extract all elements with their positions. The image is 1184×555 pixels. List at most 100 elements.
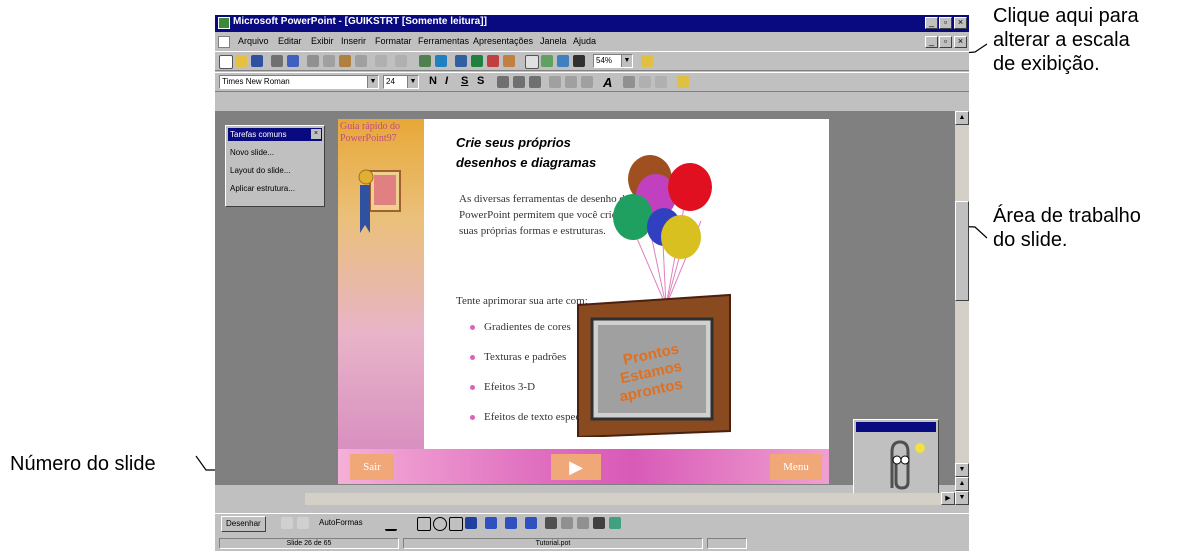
zoom-dropdown-arrow[interactable]: ▼ xyxy=(621,55,632,67)
oval-icon[interactable] xyxy=(433,517,447,531)
doc-close-button[interactable]: × xyxy=(954,36,967,48)
bullet-gradients: Gradientes de cores xyxy=(470,321,571,333)
slide-workspace[interactable]: Tarefas comuns × Novo slide... Layout do… xyxy=(215,111,955,501)
paperclip-assistant-icon[interactable] xyxy=(880,438,930,494)
rectangle-icon[interactable] xyxy=(417,517,431,531)
arrow-icon[interactable] xyxy=(401,517,413,529)
font-size-dropdown-arrow[interactable]: ▼ xyxy=(407,76,418,88)
scroll-thumb[interactable] xyxy=(955,201,969,301)
spelling-icon[interactable] xyxy=(287,55,299,67)
play-button[interactable]: ▶ xyxy=(551,454,601,480)
insert-excel-icon[interactable] xyxy=(471,55,483,67)
menu-janela[interactable]: Janela xyxy=(540,36,567,46)
bullets-icon[interactable] xyxy=(565,76,577,88)
menu-ajuda[interactable]: Ajuda xyxy=(573,36,596,46)
font-size-combo[interactable]: 24 ▼ xyxy=(383,75,419,89)
office-assistant-window[interactable] xyxy=(853,419,939,501)
line-color-icon[interactable] xyxy=(505,517,517,529)
paste-icon[interactable] xyxy=(339,55,351,67)
3d-icon[interactable] xyxy=(609,517,621,529)
document-icon[interactable] xyxy=(218,36,230,48)
line-style-icon[interactable] xyxy=(545,517,557,529)
font-color-icon[interactable] xyxy=(525,517,537,529)
line-icon[interactable] xyxy=(385,517,397,531)
italic-button[interactable]: I xyxy=(445,75,448,87)
animation-effects-icon[interactable] xyxy=(655,76,667,88)
close-button[interactable]: × xyxy=(954,17,967,29)
arrow-style-icon[interactable] xyxy=(577,517,589,529)
menu-arquivo[interactable]: Arquivo xyxy=(238,36,269,46)
undo-icon[interactable] xyxy=(375,55,387,67)
slide-layout-task[interactable]: Layout do slide... xyxy=(230,166,290,175)
menu-formatar[interactable]: Formatar xyxy=(375,36,412,46)
insert-clipart-icon[interactable] xyxy=(503,55,515,67)
animation-settings-icon[interactable] xyxy=(677,76,689,88)
minimize-button[interactable]: _ xyxy=(925,17,938,29)
previous-slide-button[interactable]: ▲ xyxy=(955,477,969,491)
common-tasks-title[interactable]: Tarefas comuns × xyxy=(228,128,322,141)
text-box-icon[interactable] xyxy=(449,517,463,531)
apply-design-task[interactable]: Aplicar estrutura... xyxy=(230,184,295,193)
black-white-view-icon[interactable] xyxy=(573,55,585,67)
underline-button[interactable]: S xyxy=(461,75,468,87)
bold-button[interactable]: N xyxy=(429,75,437,87)
new-slide-icon[interactable] xyxy=(525,55,539,69)
wordart-icon[interactable] xyxy=(465,517,477,529)
new-slide-task[interactable]: Novo slide... xyxy=(230,148,274,157)
open-icon[interactable] xyxy=(235,55,247,67)
slide-canvas[interactable]: Guia rápido do PowerPoint97 Crie seus pr… xyxy=(338,119,829,484)
menu-inserir[interactable]: Inserir xyxy=(341,36,366,46)
insert-word-table-icon[interactable] xyxy=(455,55,467,67)
office-assistant-icon[interactable] xyxy=(641,55,653,67)
hyperlink-icon[interactable] xyxy=(419,55,431,67)
scroll-up-button[interactable]: ▲ xyxy=(955,111,969,125)
menu-exibir[interactable]: Exibir xyxy=(311,36,334,46)
menu-editar[interactable]: Editar xyxy=(278,36,302,46)
next-slide-button[interactable]: ▼ xyxy=(955,491,969,505)
autoshapes-button[interactable]: AutoFormas xyxy=(319,518,363,527)
promote-icon[interactable] xyxy=(581,76,593,88)
exit-button[interactable]: Sair xyxy=(350,454,394,480)
web-toolbar-icon[interactable] xyxy=(435,55,447,67)
menu-apresentacoes[interactable]: Apresentações xyxy=(473,36,533,46)
free-rotate-icon[interactable] xyxy=(297,517,309,529)
select-objects-icon[interactable] xyxy=(281,517,293,529)
zoom-combo[interactable]: 54% ▼ xyxy=(593,54,633,68)
increase-font-button[interactable]: A xyxy=(603,75,612,90)
scroll-right-button[interactable]: ▶ xyxy=(941,492,955,505)
menu-ferramentas[interactable]: Ferramentas xyxy=(418,36,469,46)
draw-menu-button[interactable]: Desenhar xyxy=(221,516,266,532)
decrease-font-icon[interactable] xyxy=(623,76,635,88)
apply-design-icon[interactable] xyxy=(557,55,569,67)
shadow-button[interactable]: S xyxy=(477,75,484,87)
menu-button[interactable]: Menu xyxy=(770,454,822,480)
font-combo[interactable]: Times New Roman ▼ xyxy=(219,75,379,89)
copy-icon[interactable] xyxy=(323,55,335,67)
font-dropdown-arrow[interactable]: ▼ xyxy=(367,76,378,88)
doc-minimize-button[interactable]: _ xyxy=(925,36,938,48)
new-icon[interactable] xyxy=(219,55,233,69)
shadow-icon[interactable] xyxy=(593,517,605,529)
scroll-down-button[interactable]: ▼ xyxy=(955,463,969,477)
cut-icon[interactable] xyxy=(307,55,319,67)
common-tasks-close-icon[interactable]: × xyxy=(311,129,321,139)
format-painter-icon[interactable] xyxy=(355,55,367,67)
align-left-icon[interactable] xyxy=(497,76,509,88)
numbering-icon[interactable] xyxy=(549,76,561,88)
doc-restore-button[interactable]: ▫ xyxy=(939,36,952,48)
bullet-textures-label: Texturas e padrões xyxy=(484,351,567,363)
insert-chart-icon[interactable] xyxy=(487,55,499,67)
align-right-icon[interactable] xyxy=(529,76,541,88)
slide-layout-icon[interactable] xyxy=(541,55,553,67)
print-icon[interactable] xyxy=(271,55,283,67)
powerpoint-app-icon[interactable] xyxy=(218,17,230,29)
redo-icon[interactable] xyxy=(395,55,407,67)
dash-style-icon[interactable] xyxy=(561,517,573,529)
horizontal-scrollbar[interactable]: ▶ xyxy=(215,492,955,505)
animation-icon[interactable] xyxy=(639,76,651,88)
save-icon[interactable] xyxy=(251,55,263,67)
maximize-button[interactable]: ▫ xyxy=(939,17,952,29)
fill-color-icon[interactable] xyxy=(485,517,497,529)
align-center-icon[interactable] xyxy=(513,76,525,88)
vertical-scrollbar[interactable]: ▲ ▼ ▲ ▼ xyxy=(955,111,969,505)
